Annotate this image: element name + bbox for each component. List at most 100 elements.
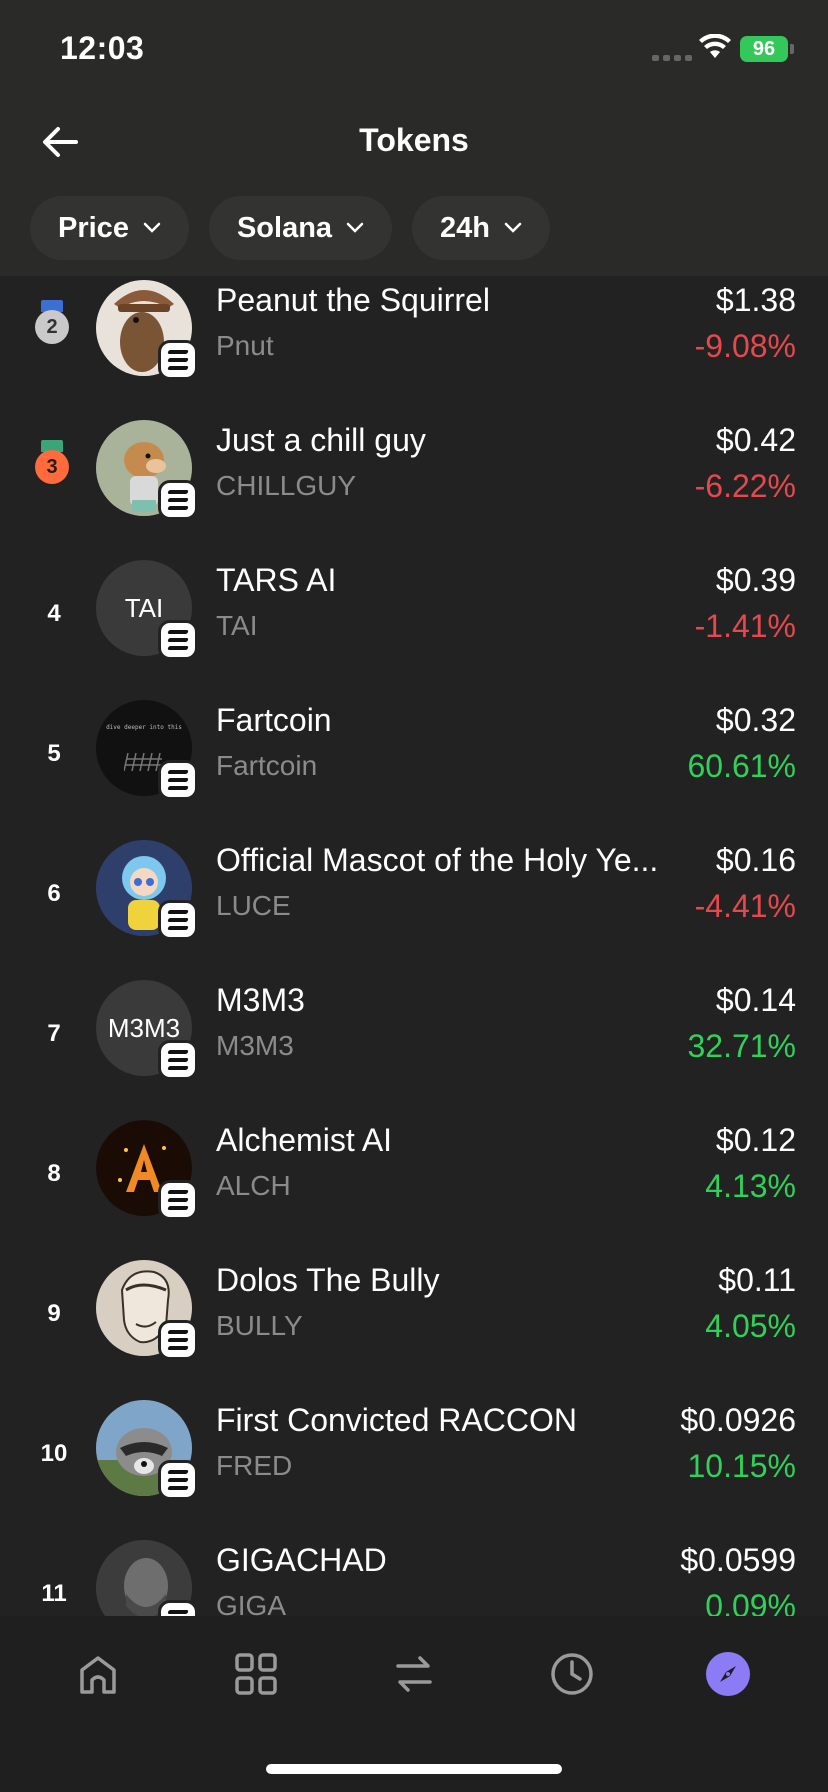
token-row[interactable]: 7 M3M3 M3M3 M3M3 $0.14 32.71%: [0, 966, 828, 1106]
solana-chain-icon: [158, 1320, 198, 1360]
avatar-caption: dive deeper into this: [106, 723, 182, 731]
token-name: Peanut the Squirrel: [216, 282, 490, 318]
tab-apps[interactable]: [226, 1644, 286, 1704]
filter-bar: Price Solana 24h: [30, 196, 551, 260]
token-symbol: M3M3: [216, 1030, 294, 1061]
chevron-down-icon: [504, 222, 522, 233]
solana-chain-icon: [158, 760, 198, 800]
token-change: 4.13%: [705, 1168, 796, 1204]
solana-chain-icon: [158, 340, 198, 380]
token-symbol: Pnut: [216, 330, 274, 361]
token-change: 4.05%: [705, 1308, 796, 1344]
token-symbol: GIGA: [216, 1590, 287, 1616]
token-change: 0.09%: [705, 1588, 796, 1616]
token-rank: 5: [47, 740, 61, 767]
token-row[interactable]: 10 First Convicted RACCON FRED $0.0926 1…: [0, 1386, 828, 1526]
token-name: Dolos The Bully: [216, 1262, 440, 1298]
token-name: TARS AI: [216, 562, 337, 598]
solana-chain-icon: [158, 1460, 198, 1500]
token-symbol: Fartcoin: [216, 750, 318, 781]
token-price: $0.0926: [680, 1402, 796, 1438]
token-change: -9.08%: [694, 328, 796, 364]
token-symbol: ALCH: [216, 1170, 291, 1201]
battery-tip: [790, 44, 794, 54]
bronze-medal-icon: 3: [34, 440, 70, 484]
battery-level: 96: [752, 38, 776, 60]
grid-icon: [235, 1653, 277, 1695]
token-change: -4.41%: [694, 888, 796, 924]
tab-bar: [0, 1616, 828, 1792]
token-name: Alchemist AI: [216, 1122, 393, 1158]
token-price: $0.42: [715, 422, 796, 458]
token-name: Fartcoin: [216, 702, 332, 738]
avatar-initials: M3M3: [107, 1012, 181, 1043]
token-symbol: CHILLGUY: [216, 470, 357, 501]
token-change: -1.41%: [694, 608, 796, 644]
solana-chain-icon: [158, 480, 198, 520]
solana-chain-icon: [158, 1040, 198, 1080]
filter-timeframe-24h[interactable]: 24h: [412, 196, 551, 260]
filter-label: Price: [58, 211, 129, 244]
swap-icon: [396, 1656, 432, 1692]
solana-chain-icon: [158, 1600, 198, 1616]
token-price: $0.14: [715, 982, 796, 1018]
token-row[interactable]: 3 Just a chill guy CHILLGUY $0.42 -6.22%: [0, 406, 828, 546]
token-list: 2 Peanut the Squirrel Pnut $1.38 -9.08% …: [0, 276, 828, 1616]
token-price: $0.12: [715, 1122, 796, 1158]
token-rank: 7: [47, 1020, 61, 1047]
token-rank: 6: [47, 880, 61, 907]
token-price: $0.11: [718, 1262, 796, 1298]
token-row[interactable]: 4 TAI TARS AI TAI $0.39 -1.41%: [0, 546, 828, 686]
token-symbol: TAI: [216, 610, 258, 641]
token-name: Just a chill guy: [216, 422, 426, 458]
tab-swap[interactable]: [384, 1644, 444, 1704]
token-row[interactable]: 6 Official Mascot of the Holy Ye... LUCE…: [0, 826, 828, 966]
tab-history[interactable]: [542, 1644, 602, 1704]
token-row[interactable]: 5 dive deeper into this Fartcoin Fartcoi…: [0, 686, 828, 826]
token-row[interactable]: 9 Dolos The Bully BULLY $0.11 4.05%: [0, 1246, 828, 1386]
token-symbol: LUCE: [216, 890, 291, 921]
solana-chain-icon: [158, 900, 198, 940]
token-name: M3M3: [216, 982, 305, 1018]
chevron-down-icon: [143, 222, 161, 233]
filter-label: Solana: [236, 211, 333, 244]
filter-sort-price[interactable]: Price: [30, 196, 189, 260]
avatar-initials: TAI: [124, 592, 164, 623]
token-name: GIGACHAD: [216, 1542, 387, 1578]
token-change: 32.71%: [687, 1028, 796, 1064]
tab-home[interactable]: [68, 1644, 128, 1704]
home-indicator: [266, 1764, 562, 1774]
battery-icon: 96: [740, 36, 788, 62]
token-row[interactable]: 8 Alchemist AI ALCH $0.12 4.13%: [0, 1106, 828, 1246]
compass-icon: [720, 1666, 736, 1682]
token-name: First Convicted RACCON: [216, 1402, 577, 1438]
token-change: -6.22%: [694, 468, 796, 504]
token-price: $0.32: [715, 702, 796, 738]
token-change: 10.15%: [687, 1448, 796, 1484]
token-price: $1.38: [715, 282, 796, 318]
token-price: $0.39: [715, 562, 796, 598]
header: Tokens Price Solana 24h: [0, 100, 828, 276]
token-rank: 11: [41, 1580, 67, 1607]
home-icon: [80, 1656, 116, 1694]
token-price: $0.0599: [680, 1542, 796, 1578]
token-price: $0.16: [715, 842, 796, 878]
token-name: Official Mascot of the Holy Ye...: [216, 842, 659, 878]
chevron-down-icon: [346, 222, 364, 233]
token-row[interactable]: 2 Peanut the Squirrel Pnut $1.38 -9.08%: [0, 276, 828, 406]
token-symbol: FRED: [216, 1450, 293, 1481]
token-rank: 4: [47, 600, 61, 627]
token-change: 60.61%: [687, 748, 796, 784]
solana-chain-icon: [158, 1180, 198, 1220]
filter-label: 24h: [440, 211, 491, 244]
tab-explore[interactable]: [706, 1652, 750, 1696]
status-time: 12:03: [60, 30, 145, 66]
filter-chain-solana[interactable]: Solana: [208, 196, 393, 260]
token-row[interactable]: 11 GIGACHAD GIGA $0.0599 0.09%: [0, 1526, 828, 1616]
status-bar: 12:03 96: [0, 0, 828, 100]
page-title: Tokens: [359, 122, 469, 158]
cellular-signal-icon: [652, 55, 692, 61]
token-rank: 10: [40, 1440, 68, 1467]
solana-chain-icon: [158, 620, 198, 660]
clock-icon: [551, 1653, 593, 1695]
